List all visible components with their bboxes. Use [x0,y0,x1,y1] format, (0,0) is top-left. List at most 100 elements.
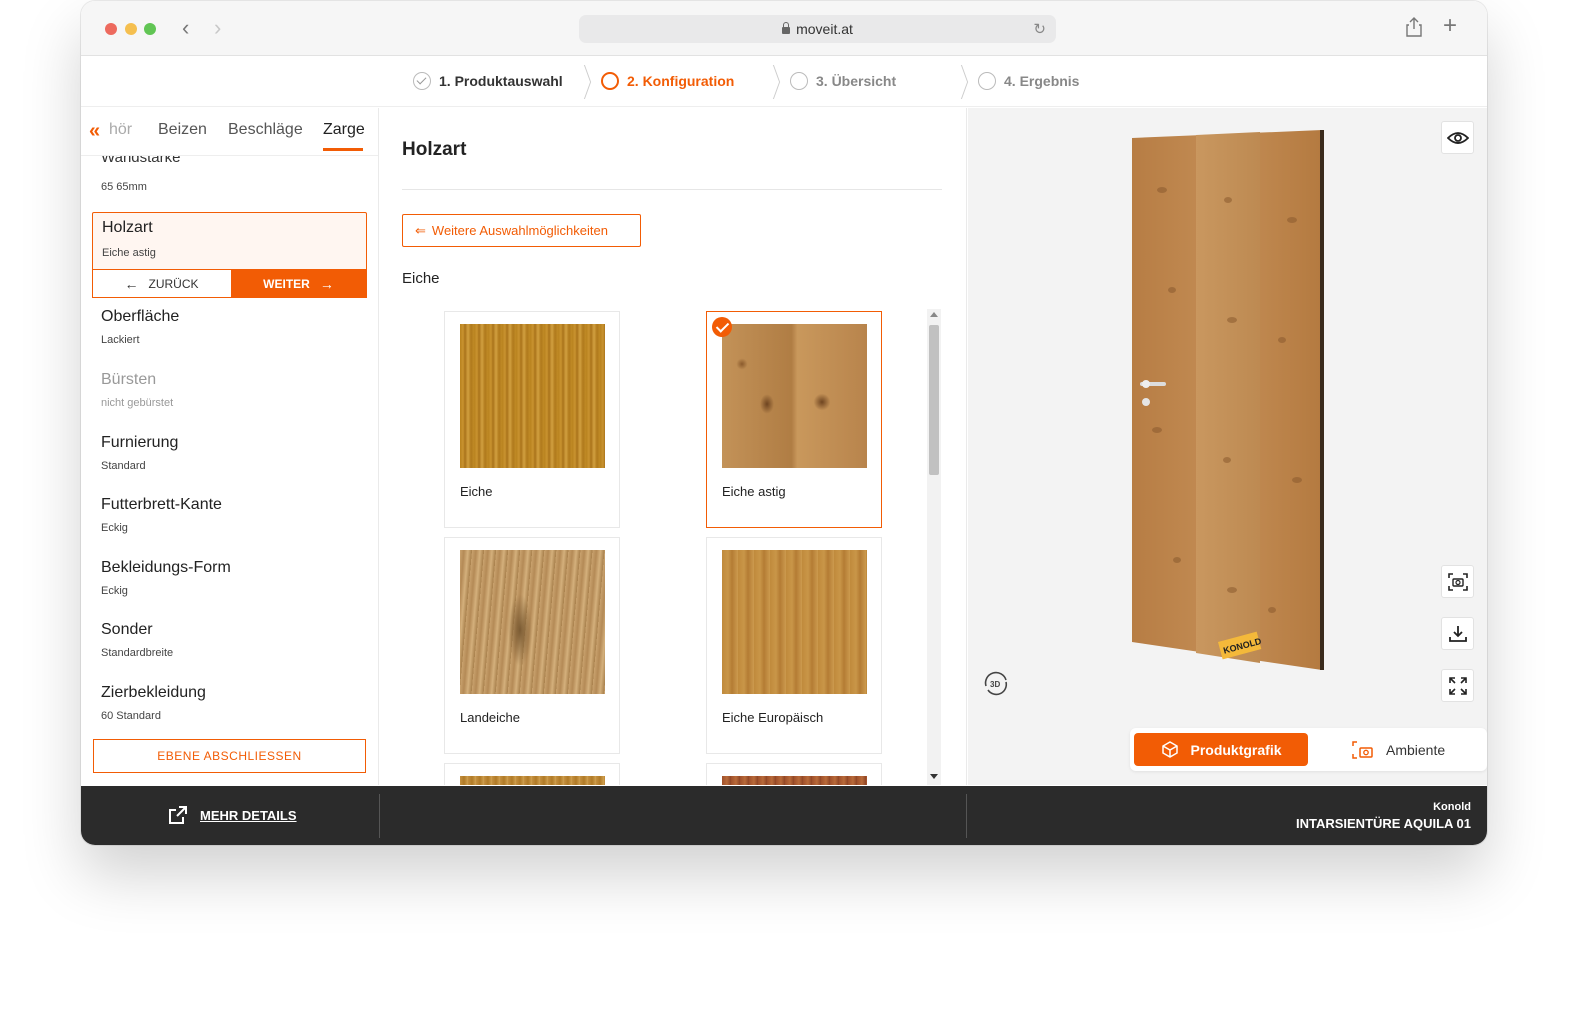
door-image: KONOLD [1132,130,1324,670]
check-circle-icon [413,72,431,90]
step-separator [577,65,589,99]
wood-swatch-image [460,550,605,694]
option-zierbekleidung[interactable]: Zierbekleidung 60 Standard [101,684,206,722]
wood-card-eiche-europaeisch[interactable]: Eiche Europäisch [706,537,882,754]
produktgrafik-toggle-button[interactable]: Produktgrafik [1134,733,1308,766]
camera-frame-icon [1447,572,1468,591]
tab-beizen[interactable]: Beizen [158,121,207,139]
footer-bar: MEHR DETAILS Konold INTARSIENTÜRE AQUILA… [81,786,1487,845]
fullscreen-button[interactable] [1441,669,1474,702]
wood-card-partial[interactable] [706,763,882,785]
option-oberflaeche[interactable]: Oberfläche Lackiert [101,308,179,346]
step-konfiguration[interactable]: 2. Konfiguration [601,72,734,90]
share-icon[interactable] [1406,17,1422,37]
reload-icon[interactable]: ↻ [1033,20,1046,38]
option-title-partial: Wandstärke [101,156,180,164]
wood-card-landeiche[interactable]: Landeiche [444,537,620,754]
step-separator [766,65,778,99]
progress-stepper: 1. Produktauswahl 2. Konfiguration 3. Üb… [81,57,1487,107]
option-sonder[interactable]: Sonder Standardbreite [101,621,173,659]
wood-grid: Eiche Eiche astig Landeiche Eiche Europä… [444,311,924,785]
wood-card-eiche[interactable]: Eiche [444,311,620,528]
lock-icon [782,22,791,34]
step-ergebnis[interactable]: 4. Ergebnis [978,72,1079,90]
step-produktauswahl[interactable]: 1. Produktauswahl [413,72,563,90]
eye-button[interactable] [1441,121,1474,154]
ambiente-toggle-button[interactable]: Ambiente [1352,741,1445,759]
maximize-window-button[interactable] [144,23,156,35]
option-value: Standard [101,460,146,472]
toggle-label: Produktgrafik [1190,741,1282,758]
active-tab-indicator [323,148,363,151]
tab-zarge[interactable]: Zarge [323,121,365,139]
back-button[interactable]: ← ZURÜCK [91,269,231,298]
browser-window: ‹ › moveit.at ↻ + 1. Produktauswahl 2. K… [81,1,1487,845]
option-value: Lackiert [101,334,140,346]
url-text: moveit.at [796,21,853,37]
list-icon: ⇐ [415,222,426,238]
download-icon [1448,625,1467,642]
scroll-thumb[interactable] [929,325,939,475]
double-chevron-left-icon[interactable]: « [89,120,100,143]
more-options-label: Weitere Auswahlmöglichkeiten [431,223,608,238]
circle-icon [790,72,808,90]
next-label: WEITER [263,276,310,291]
tab-beschlaege[interactable]: Beschläge [228,121,303,139]
minimize-window-button[interactable] [125,23,137,35]
option-futterbrett-kante[interactable]: Futterbrett-Kante Eckig [101,496,222,534]
wood-name: Eiche [460,484,493,499]
back-arrow-icon[interactable]: ‹ [182,16,189,40]
option-value: Eiche astig [102,247,156,259]
wood-card-partial[interactable] [444,763,620,785]
view-toggle: Produktgrafik Ambiente [1130,728,1487,771]
option-bekleidungs-form[interactable]: Bekleidungs-Form Eckig [101,559,231,597]
selected-option-holzart[interactable]: Holzart Eiche astig ← ZURÜCK WEITER → [91,212,367,298]
download-button[interactable] [1441,617,1474,650]
external-link-icon [169,806,187,824]
option-value: 60 Standard [101,710,161,722]
wood-name: Landeiche [460,710,520,725]
option-title: Bürsten [101,371,157,388]
scroll-down-arrow-icon[interactable] [930,774,938,779]
screenshot-button[interactable] [1441,565,1474,598]
wood-name: Eiche Europäisch [722,710,824,725]
option-furnierung[interactable]: Furnierung Standard [101,434,178,472]
tab-zubehoer[interactable]: hör [109,121,132,139]
panel-title: Holzart [402,139,467,160]
more-options-button[interactable]: ⇐ Weitere Auswahlmöglichkeiten [402,214,641,247]
option-title: Futterbrett-Kante [101,496,222,513]
expand-icon [1448,676,1467,695]
forward-arrow-icon[interactable]: › [214,16,221,40]
divider [402,189,942,190]
close-window-button[interactable] [105,23,117,35]
arrow-left-icon: ← [124,275,139,292]
wood-swatch-image [722,776,867,785]
next-button[interactable]: WEITER → [230,269,367,298]
step-label: 4. Ergebnis [1004,73,1080,89]
rotate-3d-icon[interactable]: 3D [982,670,1010,700]
finish-level-button[interactable]: EBENE ABSCHLIESSEN [93,739,366,773]
more-details-link[interactable]: MEHR DETAILS [168,805,297,825]
group-label: Eiche [402,270,440,287]
scrollbar[interactable] [927,309,941,785]
address-bar[interactable]: moveit.at ↻ [579,15,1056,43]
divider [966,794,967,838]
back-label: ZURÜCK [148,276,199,291]
circle-icon [601,72,619,90]
product-preview: KONOLD 3D Produktgrafik Ambiente [968,108,1487,785]
step-separator [954,65,966,99]
wood-card-eiche-astig[interactable]: Eiche astig [706,311,882,528]
product-brand: Konold INTARSIENTÜRE AQUILA 01 [1296,801,1471,831]
step-label: 3. Übersicht [816,73,897,89]
scroll-up-arrow-icon[interactable] [930,312,938,317]
option-title: Furnierung [101,434,179,451]
option-buersten: Bürsten nicht gebürstet [101,371,173,409]
option-value: Eckig [101,522,128,534]
option-value: Eckig [101,585,128,597]
new-tab-icon[interactable]: + [1443,12,1457,40]
product-name: INTARSIENTÜRE AQUILA 01 [1295,816,1471,831]
step-uebersicht[interactable]: 3. Übersicht [790,72,896,90]
option-title: Sonder [101,621,153,638]
option-value: nicht gebürstet [101,397,174,409]
svg-text:3D: 3D [990,680,1000,689]
